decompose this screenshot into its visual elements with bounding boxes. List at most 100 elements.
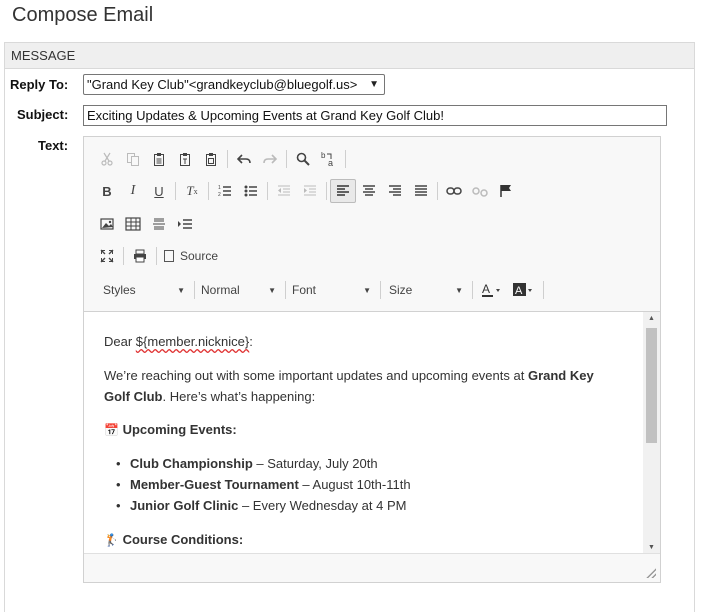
copy-icon[interactable]	[120, 147, 146, 171]
calendar-icon: 📅	[104, 423, 119, 437]
indent-icon[interactable]	[297, 179, 323, 203]
justify-icon[interactable]	[408, 179, 434, 203]
maximize-icon[interactable]	[94, 244, 120, 268]
toolbar-separator	[543, 281, 544, 299]
chevron-down-icon: ▼	[177, 285, 185, 295]
page-break-icon[interactable]	[172, 212, 198, 236]
list-item: Junior Golf Clinic – Every Wednesday at …	[116, 495, 407, 516]
toolbar-separator	[194, 281, 195, 299]
panel-header: MESSAGE	[5, 43, 694, 69]
source-label: Source	[180, 249, 219, 263]
editor-toolbar: ba B I U Tx 12 Source Styles ▼ Normal ▼ …	[84, 137, 660, 311]
underline-icon[interactable]: U	[146, 179, 172, 203]
format-dropdown[interactable]: Normal ▼	[198, 278, 282, 302]
member-nickname-variable: ${member.nicknice}	[135, 334, 250, 349]
list-item: Member-Guest Tournament – August 10th-11…	[116, 474, 411, 495]
horizontal-line-icon[interactable]	[146, 212, 172, 236]
align-center-icon[interactable]	[356, 179, 382, 203]
redo-icon[interactable]	[257, 147, 283, 171]
toolbar-separator	[227, 150, 228, 168]
chevron-down-icon: ▼	[363, 285, 371, 295]
scroll-up-icon[interactable]: ▲	[643, 312, 660, 326]
paste-icon[interactable]	[146, 147, 172, 171]
unlink-icon[interactable]	[467, 179, 493, 203]
image-icon[interactable]	[94, 212, 120, 236]
svg-text:2: 2	[218, 192, 221, 198]
remove-format-icon[interactable]: Tx	[179, 179, 205, 203]
text-color-button[interactable]: A	[476, 278, 508, 302]
size-label: Size	[389, 283, 413, 297]
intro-line-2: Golf Club. Here’s what’s happening:	[104, 386, 315, 407]
paste-word-icon[interactable]	[198, 147, 224, 171]
text-label: Text:	[38, 138, 69, 153]
italic-icon[interactable]: I	[120, 179, 146, 203]
anchor-flag-icon[interactable]	[493, 179, 519, 203]
golfer-icon: 🏌	[104, 533, 119, 547]
intro-bold-golf-club: Golf Club	[104, 389, 163, 404]
toolbar-separator	[123, 247, 124, 265]
font-dropdown[interactable]: Font ▼	[289, 278, 377, 302]
font-label: Font	[292, 283, 317, 297]
toolbar-row-formatting: B I U Tx 12	[94, 178, 519, 204]
event-name: Junior Golf Clinic	[130, 498, 239, 513]
list-item: Club Championship – Saturday, July 20th	[116, 453, 378, 474]
reply-to-select[interactable]: "Grand Key Club"<grandkeyclub@bluegolf.u…	[83, 74, 385, 95]
content-scrollbar[interactable]: ▲ ▼	[643, 312, 660, 554]
event-name: Member-Guest Tournament	[130, 477, 299, 492]
event-detail: – Every Wednesday at 4 PM	[238, 498, 407, 513]
toolbar-separator	[267, 182, 268, 200]
paste-text-icon[interactable]	[172, 147, 198, 171]
reply-to-label: Reply To:	[10, 77, 69, 92]
format-label: Normal	[201, 283, 240, 297]
subject-input[interactable]	[83, 105, 667, 126]
bold-icon[interactable]: B	[94, 179, 120, 203]
greeting-paragraph: Dear ${member.nicknice}:	[104, 331, 253, 352]
replace-icon[interactable]: ba	[316, 147, 342, 171]
outdent-icon[interactable]	[271, 179, 297, 203]
find-icon[interactable]	[290, 147, 316, 171]
cut-icon[interactable]	[94, 147, 120, 171]
svg-text:a: a	[328, 158, 333, 167]
svg-text:b: b	[321, 151, 326, 160]
resize-handle-icon[interactable]	[646, 568, 656, 578]
toolbar-separator	[380, 281, 381, 299]
toolbar-separator	[286, 150, 287, 168]
intro-text: We’re reaching out with some important u…	[104, 368, 528, 383]
toolbar-separator	[156, 247, 157, 265]
scroll-thumb[interactable]	[646, 328, 657, 443]
conditions-heading: 🏌 Course Conditions:	[104, 529, 243, 551]
source-button[interactable]: Source	[160, 249, 222, 263]
rich-text-editor[interactable]: ba B I U Tx 12 Source Styles ▼ Normal ▼ …	[83, 136, 661, 583]
toolbar-separator	[326, 182, 327, 200]
greeting-prefix: Dear	[104, 334, 136, 349]
styles-dropdown[interactable]: Styles ▼	[103, 278, 191, 302]
intro-text-2: . Here’s what’s happening:	[162, 389, 316, 404]
intro-bold-club: Grand Key	[527, 368, 594, 383]
reply-to-value: "Grand Key Club"<grandkeyclub@bluegolf.u…	[87, 77, 358, 92]
bulleted-list-icon[interactable]	[238, 179, 264, 203]
size-dropdown[interactable]: Size ▼	[384, 278, 469, 302]
numbered-list-icon[interactable]: 12	[212, 179, 238, 203]
chevron-down-icon: ▼	[268, 285, 276, 295]
toolbar-row-clipboard: ba	[94, 146, 349, 172]
svg-text:1: 1	[218, 185, 221, 191]
align-left-icon[interactable]	[330, 179, 356, 203]
print-icon[interactable]	[127, 244, 153, 268]
toolbar-separator	[472, 281, 473, 299]
editor-content-area[interactable]: Dear ${member.nicknice}: We’re reaching …	[84, 311, 660, 554]
table-icon[interactable]	[120, 212, 146, 236]
toolbar-separator	[175, 182, 176, 200]
svg-text:A: A	[515, 285, 523, 297]
align-right-icon[interactable]	[382, 179, 408, 203]
link-icon[interactable]	[441, 179, 467, 203]
toolbar-row-combos: Styles ▼ Normal ▼ Font ▼ Size ▼ A A	[103, 277, 547, 303]
event-detail: – Saturday, July 20th	[252, 456, 378, 471]
background-color-button[interactable]: A	[508, 278, 540, 302]
chevron-down-icon: ▼	[455, 285, 463, 295]
toolbar-separator	[437, 182, 438, 200]
svg-text:A: A	[482, 282, 490, 296]
toolbar-row-insert	[94, 211, 198, 237]
undo-icon[interactable]	[231, 147, 257, 171]
events-heading-text: Upcoming Events:	[122, 422, 237, 437]
conditions-heading-text: Course Conditions:	[122, 532, 244, 547]
